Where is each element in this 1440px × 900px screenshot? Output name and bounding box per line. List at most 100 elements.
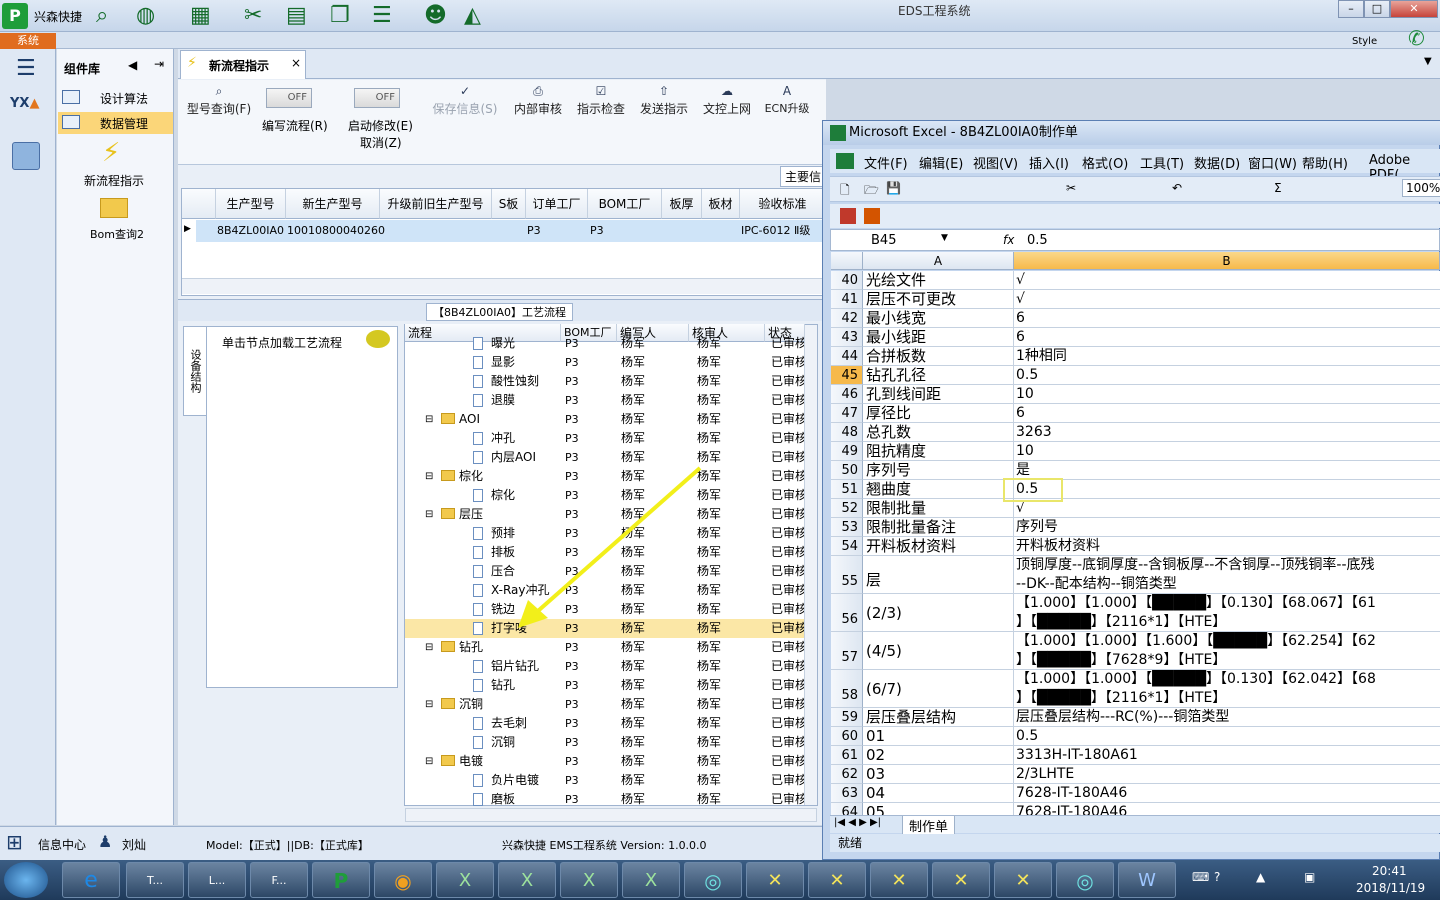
cell-a[interactable]: 光绘文件 (863, 271, 1014, 290)
row-header[interactable]: 56 (831, 594, 863, 632)
new-icon[interactable]: 🗋 (840, 181, 850, 202)
row-header[interactable]: 55 (831, 556, 863, 594)
row-header[interactable]: 58 (831, 670, 863, 708)
menu-icon[interactable]: ☰ (16, 56, 36, 81)
cell-b[interactable]: 是 (1014, 461, 1440, 480)
save-info-button[interactable]: ✓ 保存信息(S) (430, 84, 500, 117)
cell-a[interactable]: 层压叠层结构 (863, 708, 1014, 727)
cell-b[interactable]: 开料板材资料 (1014, 537, 1440, 556)
row-header[interactable]: 47 (831, 404, 863, 423)
cell-b[interactable]: 【1.000】【1.000】【█████】【0.130】【62.042】【68 】… (1014, 670, 1440, 708)
tree-row[interactable]: ⊟ 沉铜 P3 杨军 杨军 已审核 (405, 695, 817, 714)
tree-row[interactable]: 磨板 P3 杨军 杨军 已审核 (405, 790, 817, 809)
collapse-left-icon[interactable]: ◀ (128, 58, 137, 72)
cut-icon[interactable]: ✂ (1066, 181, 1076, 195)
instruction-check-button[interactable]: ☑ 指示检查 (574, 84, 628, 117)
cell-a[interactable]: 最小线宽 (863, 309, 1014, 328)
column-b-header[interactable]: B (1014, 252, 1440, 270)
cell-b[interactable]: 层压叠层结构---RC(%)---铜箔类型 (1014, 708, 1440, 727)
row-header[interactable]: 48 (831, 423, 863, 442)
cell-b[interactable]: 2/3LHTE (1014, 765, 1440, 784)
column-a-header[interactable]: A (863, 252, 1014, 270)
row-header[interactable]: 61 (831, 746, 863, 765)
sum-icon[interactable]: Σ (1274, 181, 1282, 195)
row-header[interactable]: 51 (831, 480, 863, 499)
close-button[interactable]: ✕ (1390, 0, 1438, 18)
tree-row[interactable]: 显影 P3 杨军 杨军 已审核 (405, 353, 817, 372)
taskbar-p-app[interactable]: P (312, 862, 370, 898)
calculator-icon[interactable] (12, 142, 40, 170)
taskbar-x-5[interactable]: ✕ (994, 862, 1052, 898)
cell-a[interactable]: 孔到线间距 (863, 385, 1014, 404)
search-icon[interactable]: ⌕ (96, 3, 122, 29)
cell-b[interactable]: 【1.000】【1.000】【1.600】【█████】【62.254】【62 】… (1014, 632, 1440, 670)
grid-scrollbar[interactable] (182, 278, 825, 294)
row-header[interactable]: 46 (831, 385, 863, 404)
undo-icon[interactable]: ↶ (1172, 181, 1182, 195)
cell-b[interactable]: 0.5 (1014, 480, 1440, 499)
clock-date[interactable]: 2018/11/19 (1356, 881, 1425, 895)
row-header[interactable]: 54 (831, 537, 863, 556)
col-header[interactable]: BOM工厂 (588, 189, 662, 219)
doc-upload-button[interactable]: ☁ 文控上网 (700, 84, 754, 117)
tree-row[interactable]: 钻孔 P3 杨军 杨军 已审核 (405, 676, 817, 695)
tray-keyboard-icon[interactable]: ⌨ (1192, 870, 1209, 884)
col-header[interactable]: 板材 (702, 189, 740, 219)
cell-b[interactable]: 0.5 (1014, 366, 1440, 385)
sheet-nav-icon[interactable]: |◀ ◀ ▶ ▶| (834, 817, 881, 828)
row-header[interactable]: 62 (831, 765, 863, 784)
cell-a[interactable]: 厚径比 (863, 404, 1014, 423)
taskbar-ie[interactable]: e (62, 862, 120, 898)
row-header[interactable]: 50 (831, 461, 863, 480)
edit-flow-toggle[interactable]: OFF (266, 88, 312, 108)
name-box[interactable]: B45 (871, 233, 896, 248)
sheet-corner[interactable] (831, 252, 863, 270)
phone-icon[interactable]: ✆ (1408, 26, 1425, 50)
cell-a[interactable]: (6/7) (863, 670, 1014, 708)
row-header[interactable]: 52 (831, 499, 863, 518)
taskbar-item-t[interactable]: T... (126, 862, 184, 898)
cell-b[interactable]: 6 (1014, 404, 1440, 423)
tray-help-icon[interactable]: ? (1214, 870, 1220, 884)
row-header[interactable]: 60 (831, 727, 863, 746)
menu-tools[interactable]: 工具(T) (1140, 153, 1184, 172)
cell-a[interactable]: 序列号 (863, 461, 1014, 480)
cell-b[interactable]: 1种相同 (1014, 347, 1440, 366)
chart-icon[interactable]: ◭ (464, 3, 490, 29)
col-header[interactable]: 新生产型号 (286, 189, 380, 219)
taskbar-x-1[interactable]: ✕ (746, 862, 804, 898)
taskbar-excel-3[interactable]: X (560, 862, 618, 898)
taskbar-excel-2[interactable]: X (498, 862, 556, 898)
taskbar-x-3[interactable]: ✕ (870, 862, 928, 898)
taskbar-excel-1[interactable]: X (436, 862, 494, 898)
tree-row[interactable]: 退膜 P3 杨军 杨军 已审核 (405, 391, 817, 410)
row-header[interactable]: 40 (831, 271, 863, 290)
cell-b[interactable]: 0.5 (1014, 727, 1440, 746)
start-button[interactable] (4, 862, 48, 898)
nav-item-data-management[interactable]: 数据管理 (58, 112, 173, 134)
cell-a[interactable]: 限制批量 (863, 499, 1014, 518)
expand-icon[interactable]: ⊟ (425, 467, 433, 486)
cell-b[interactable]: √ (1014, 290, 1440, 309)
cell-b[interactable]: 7628-IT-180A46 (1014, 784, 1440, 803)
cell-b[interactable]: 10 (1014, 385, 1440, 404)
chevron-down-icon[interactable]: ▼ (1424, 56, 1432, 67)
row-header[interactable]: 49 (831, 442, 863, 461)
name-box-dropdown-icon[interactable]: ▼ (941, 233, 948, 243)
tree-row[interactable]: 曝光 P3 杨军 杨军 已审核 (405, 334, 817, 353)
taskbar-eye-2[interactable]: ◎ (1056, 862, 1114, 898)
cell-a[interactable]: 限制批量备注 (863, 518, 1014, 537)
menu-file[interactable]: 文件(F) (864, 153, 908, 172)
expand-icon[interactable]: ⊟ (425, 505, 433, 524)
taskbar-item-l[interactable]: L... (188, 862, 246, 898)
grid-icon[interactable]: ▦ (190, 3, 216, 29)
col-header[interactable]: 验收标准 (740, 189, 826, 219)
cell-a[interactable]: 总孔数 (863, 423, 1014, 442)
cancel-label[interactable]: 取消(Z) (360, 134, 402, 151)
taskbar-x-2[interactable]: ✕ (808, 862, 866, 898)
style-dropdown[interactable]: Style (1352, 36, 1377, 47)
minimize-button[interactable]: – (1338, 0, 1364, 18)
menu-view[interactable]: 视图(V) (973, 153, 1018, 172)
film-icon[interactable]: ▤ (286, 3, 312, 29)
windows-grid-icon[interactable]: ⊞ (6, 830, 23, 854)
